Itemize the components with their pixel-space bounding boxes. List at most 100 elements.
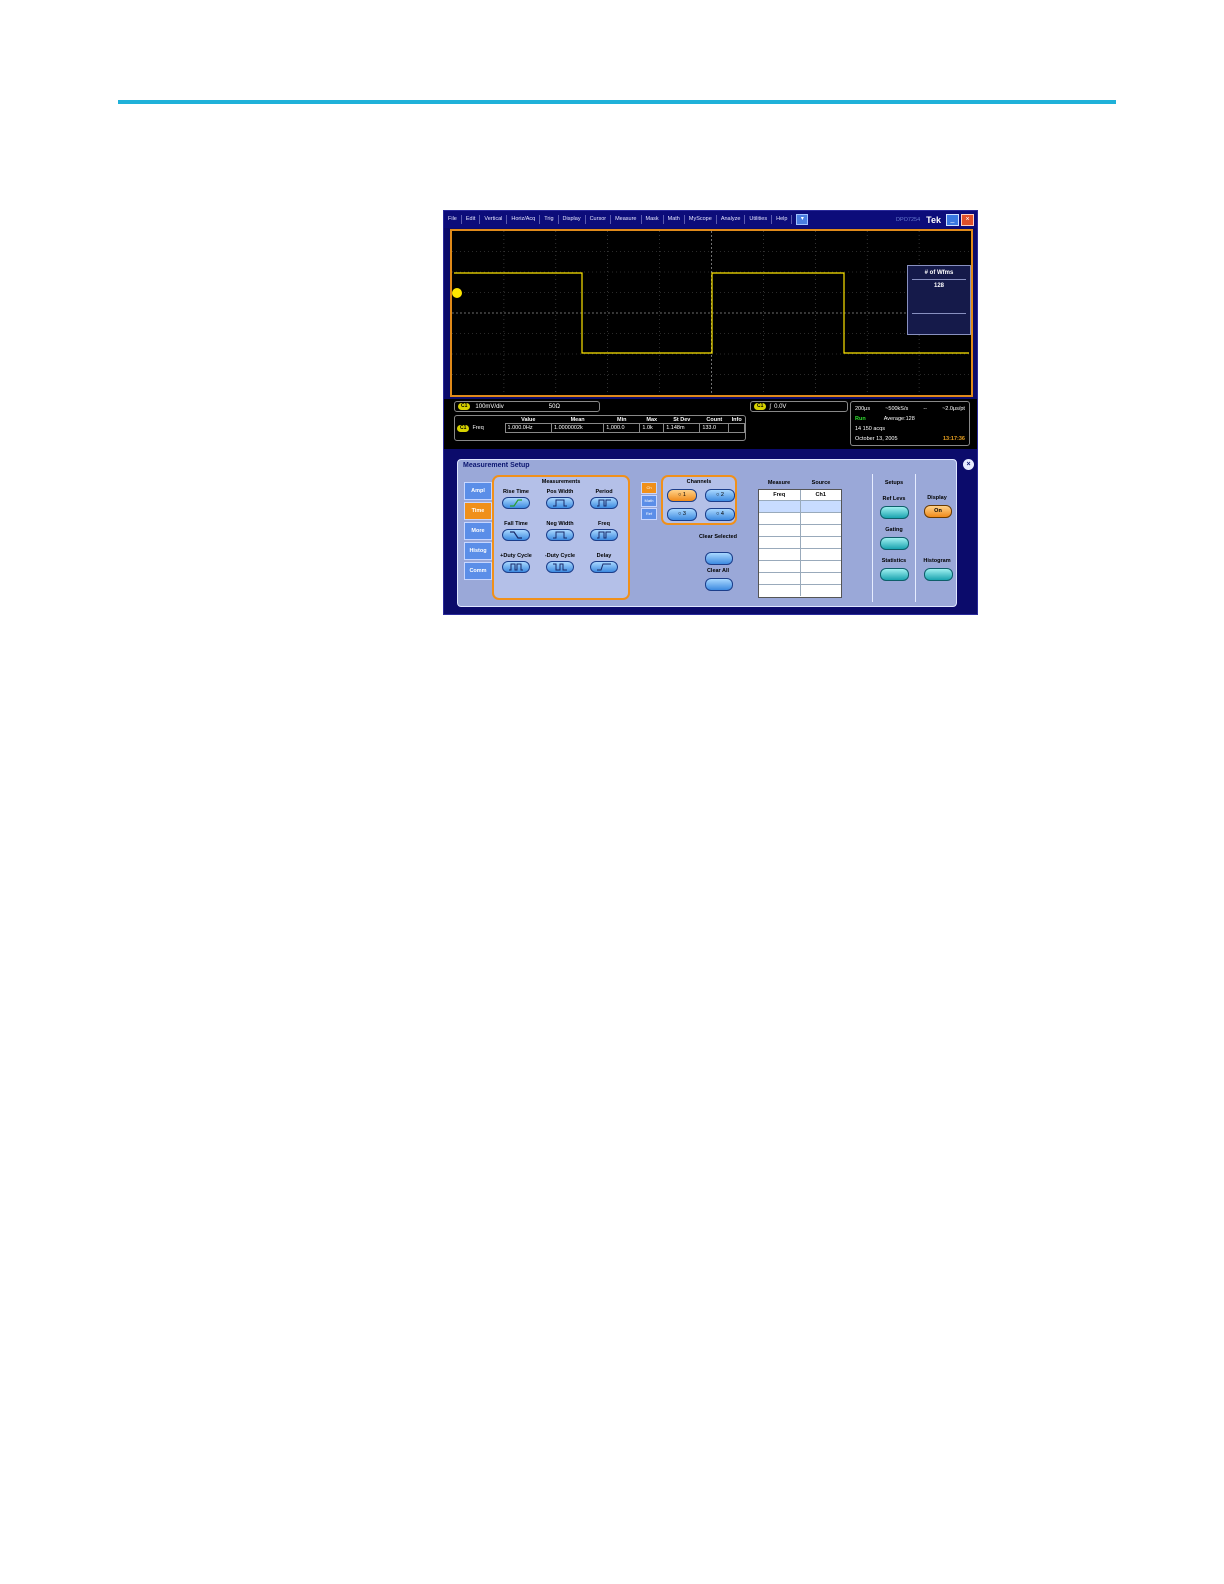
timebase: 200μs: [855, 406, 871, 412]
neg-duty-cycle-label: -Duty Cycle: [544, 553, 576, 559]
menu-analyze[interactable]: Analyze: [717, 215, 746, 224]
menu-math[interactable]: Math: [664, 215, 685, 224]
menu-bar: File Edit Vertical Horiz/Acq Trig Displa…: [444, 211, 977, 228]
close-panel-icon[interactable]: ×: [963, 459, 974, 470]
cell-count: 133.0: [699, 423, 730, 433]
tab-histog[interactable]: Histog: [464, 542, 492, 560]
ch1-level-marker[interactable]: [452, 288, 462, 298]
tab-ampl[interactable]: Ampl: [464, 482, 492, 500]
channel-4-button[interactable]: ○ 4: [705, 508, 735, 521]
measure-source-table[interactable]: Freq Ch1: [758, 489, 842, 598]
pos-width-button[interactable]: Pos Width: [540, 489, 580, 511]
table-row[interactable]: [759, 500, 841, 512]
tek-logo: Tek: [926, 214, 941, 225]
impedance: 50Ω: [548, 403, 560, 410]
setups-group: Setups Ref Levs Gating Statistics: [872, 474, 916, 602]
channel-readout[interactable]: C1 100mV/div 50Ω: [454, 401, 600, 412]
col-stdev: St Dev: [673, 417, 691, 423]
period-icon: [597, 499, 611, 507]
row-badge: C1: [457, 425, 470, 432]
neg-width-button[interactable]: Neg Width: [540, 521, 580, 543]
table-row[interactable]: [759, 548, 841, 560]
col-info: Info: [731, 417, 742, 423]
pos-duty-cycle-button[interactable]: +Duty Cycle: [496, 553, 536, 575]
measurement-readout-table[interactable]: Value Mean Min Max St Dev Count Info C1 …: [454, 415, 746, 441]
menu-file[interactable]: File: [444, 215, 462, 224]
menu-measure[interactable]: Measure: [611, 215, 642, 224]
channel-2-button[interactable]: ○ 2: [705, 489, 735, 502]
fall-time-label: Fall Time: [504, 521, 528, 527]
menu-edit[interactable]: Edit: [462, 215, 481, 224]
channel-4-label: 4: [720, 511, 724, 517]
menu-cursor[interactable]: Cursor: [586, 215, 612, 224]
display-on-button[interactable]: On: [924, 505, 952, 518]
setups-title: Setups: [884, 480, 904, 486]
menu-myscope[interactable]: MyScope: [685, 215, 717, 224]
menu-trig[interactable]: Trig: [540, 215, 559, 224]
measure-table-headers: Measure Source: [758, 480, 842, 486]
tab-math[interactable]: Math: [641, 495, 657, 507]
waveform-display[interactable]: # of Wfms 128: [450, 229, 973, 397]
menu-display[interactable]: Display: [559, 215, 586, 224]
scope-app-window: File Edit Vertical Horiz/Acq Trig Displa…: [443, 210, 978, 615]
col-count: Count: [706, 417, 723, 423]
trigger-readout[interactable]: C1 ∫ 0.0V: [750, 401, 848, 412]
tab-ch[interactable]: Ch: [641, 482, 657, 494]
rise-time-icon: [510, 499, 522, 507]
table-row: C1 Freq 1.000.0Hz 1.0000002k 1,000.0 1.0…: [455, 423, 745, 433]
menu-utilities[interactable]: Utilities: [745, 215, 773, 224]
rate-sep: --: [923, 406, 927, 412]
measure-header: Measure: [767, 480, 791, 486]
table-row[interactable]: Freq Ch1: [759, 490, 841, 500]
pos-duty-cycle-icon: [509, 563, 523, 571]
tab-comm[interactable]: Comm: [464, 562, 492, 580]
dropdown-arrow-icon[interactable]: ▾: [796, 214, 809, 225]
minimize-icon[interactable]: _: [946, 213, 959, 226]
tab-time[interactable]: Time: [464, 502, 492, 520]
ref-levs-button[interactable]: [880, 506, 909, 519]
close-window-icon[interactable]: ×: [961, 213, 974, 226]
freq-label: Freq: [598, 521, 610, 527]
rise-time-button[interactable]: Rise Time: [496, 489, 536, 511]
menu-horiz-acq[interactable]: Horiz/Acq: [507, 215, 541, 224]
row-label: Freq: [472, 425, 484, 431]
table-row[interactable]: [759, 524, 841, 536]
histogram-button[interactable]: [924, 568, 953, 581]
average-mode: Average:128: [883, 416, 915, 422]
rising-edge-icon: ∫: [769, 403, 772, 410]
channel-3-button[interactable]: ○ 3: [667, 508, 697, 521]
col-min: Min: [617, 417, 627, 423]
vertical-scale: 100mV/div: [475, 403, 504, 410]
ch1-trace: [454, 272, 969, 354]
menu-help[interactable]: Help: [772, 215, 793, 224]
cell-min: 1,000.0: [603, 423, 641, 433]
source-tabs: Ch Math Ref: [641, 482, 657, 521]
table-row[interactable]: [759, 584, 841, 596]
tab-more[interactable]: More: [464, 522, 492, 540]
col-value: Value: [521, 417, 536, 423]
freq-button[interactable]: Freq: [584, 521, 624, 543]
gating-label: Gating: [885, 527, 903, 533]
acquisition-readout[interactable]: 200μs ~500kS/s -- ~2.0μs/pt Run Average:…: [850, 401, 970, 446]
period-button[interactable]: Period: [584, 489, 624, 511]
fall-time-button[interactable]: Fall Time: [496, 521, 536, 543]
table-row[interactable]: [759, 536, 841, 548]
channel-1-button[interactable]: ○ 1: [667, 489, 697, 502]
delay-button[interactable]: Delay: [584, 553, 624, 575]
pos-width-label: Pos Width: [546, 489, 574, 495]
table-row[interactable]: [759, 572, 841, 584]
menu-mask[interactable]: Mask: [642, 215, 664, 224]
setup-tabs: Ampl Time More Histog Comm: [464, 482, 492, 582]
table-row[interactable]: [759, 512, 841, 524]
setup-title: Measurement Setup: [463, 462, 530, 469]
gating-button[interactable]: [880, 537, 909, 550]
clear-all-button[interactable]: [705, 578, 733, 591]
menu-vertical[interactable]: Vertical: [480, 215, 508, 224]
clear-selected-button[interactable]: [705, 552, 733, 565]
neg-width-label: Neg Width: [546, 521, 574, 527]
statistics-button[interactable]: [880, 568, 909, 581]
cell-mean: 1.0000002k: [551, 423, 605, 433]
table-row[interactable]: [759, 560, 841, 572]
neg-duty-cycle-button[interactable]: -Duty Cycle: [540, 553, 580, 575]
tab-ref[interactable]: Ref: [641, 508, 657, 520]
